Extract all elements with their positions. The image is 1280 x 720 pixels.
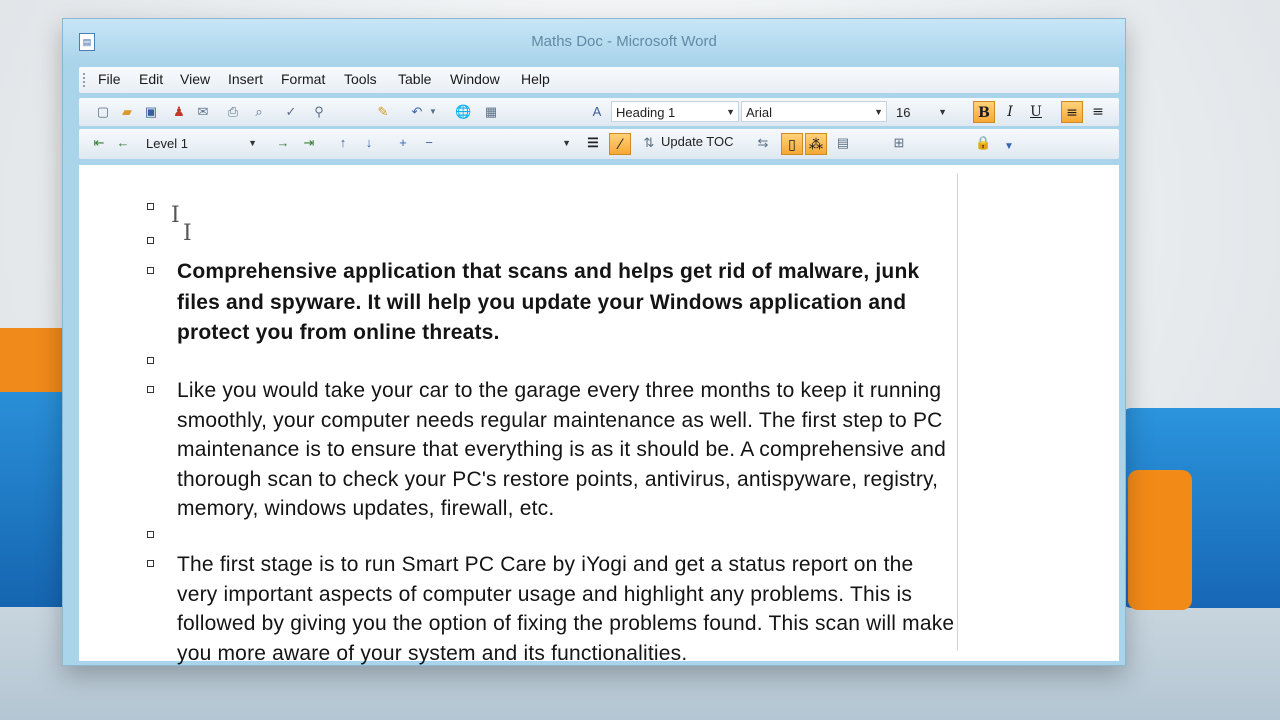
chevron-down-icon: ▼ (938, 107, 947, 117)
print-preview-icon[interactable]: ⌕ (251, 104, 267, 120)
menu-bar: File Edit View Insert Format Tools Table… (79, 67, 1119, 93)
promote-to-heading-icon[interactable]: ⇤ (91, 135, 107, 151)
menu-format[interactable]: Format (281, 71, 325, 87)
format-painter-icon[interactable]: ✎ (375, 104, 391, 120)
toolbar-options-icon[interactable]: ▼ (1001, 139, 1017, 155)
show-first-line-only-icon[interactable]: ☰ (585, 135, 601, 151)
demote-icon[interactable]: → (275, 135, 291, 151)
demote-to-body-icon[interactable]: ⇥ (301, 135, 317, 151)
permission-icon[interactable]: ♟ (171, 104, 187, 120)
outline-bullet[interactable] (147, 267, 154, 274)
outline-bullet[interactable] (147, 357, 154, 364)
merge-subdocument-icon[interactable]: ⊞ (891, 135, 907, 151)
word-window: ▤ Maths Doc - Microsoft Word File Edit V… (62, 18, 1126, 666)
collapse-subdocuments-icon[interactable]: ⁂ (805, 133, 827, 155)
email-icon[interactable]: ✉ (195, 104, 211, 120)
title-bar[interactable]: ▤ Maths Doc - Microsoft Word (63, 19, 1125, 65)
chevron-down-icon: ▼ (248, 138, 257, 148)
outline-bullet[interactable] (147, 203, 154, 210)
underline-button[interactable]: U (1025, 101, 1047, 123)
expand-icon[interactable]: + (395, 135, 411, 151)
undo-icon[interactable]: ↶ (409, 104, 425, 120)
go-to-toc-icon[interactable]: ⇆ (755, 135, 771, 151)
heading-paragraph[interactable]: Comprehensive application that scans and… (177, 257, 957, 349)
standard-toolbar: ▢ ▰ ▣ ♟ ✉ ⎙ ⌕ ✓ ⚲ ✎ ↶ ▼ 🌐 ▦ A Heading 1 … (79, 98, 1119, 126)
save-icon[interactable]: ▣ (143, 104, 159, 120)
outline-bullet[interactable] (147, 237, 154, 244)
ibeam-pointer-icon: I (183, 221, 192, 246)
outline-level-value: Level 1 (146, 136, 188, 151)
create-subdocument-icon[interactable]: ▤ (835, 135, 851, 151)
move-down-icon[interactable]: ↓ (361, 135, 377, 151)
chevron-down-icon: ▼ (874, 107, 883, 117)
move-up-icon[interactable]: ↑ (335, 135, 351, 151)
outline-level-select[interactable]: Level 1 ▼ (141, 132, 261, 153)
window-title: Maths Doc - Microsoft Word (531, 33, 717, 50)
insert-hyperlink-icon[interactable]: 🌐 (455, 104, 471, 120)
text-cursor-icon: I (171, 203, 180, 228)
background-sofa-right-cushion (1128, 470, 1192, 610)
menu-insert[interactable]: Insert (228, 71, 263, 87)
update-toc-icon[interactable]: ⇅ (641, 135, 657, 151)
promote-icon[interactable]: ← (115, 135, 131, 151)
toolbar-grip-icon[interactable] (83, 73, 88, 87)
open-folder-icon[interactable]: ▰ (119, 104, 135, 120)
outline-bullet[interactable] (147, 386, 154, 393)
menu-edit[interactable]: Edit (139, 71, 163, 87)
menu-table[interactable]: Table (398, 71, 431, 87)
outlining-toolbar: ⇤ ← Level 1 ▼ → ⇥ ↑ ↓ + − ▼ ☰ ⁄ ⇅ Update… (79, 129, 1119, 159)
font-select[interactable]: Arial ▼ (741, 101, 887, 122)
style-value: Heading 1 (616, 105, 676, 120)
outline-bullet[interactable] (147, 560, 154, 567)
menu-tools[interactable]: Tools (344, 71, 377, 87)
outline-bullet[interactable] (147, 531, 154, 538)
styles-formatting-icon[interactable]: A (589, 104, 605, 120)
show-level-select[interactable]: ▼ (449, 132, 575, 153)
update-toc-button[interactable]: Update TOC (661, 134, 734, 149)
research-icon[interactable]: ⚲ (311, 104, 327, 120)
body-paragraph[interactable]: Like you would take your car to the gara… (177, 376, 957, 524)
menu-window[interactable]: Window (450, 71, 500, 87)
menu-view[interactable]: View (180, 71, 210, 87)
align-left-icon[interactable]: ≡ (1061, 101, 1083, 123)
bold-button[interactable]: B (973, 101, 995, 123)
print-icon[interactable]: ⎙ (225, 104, 241, 120)
new-document-icon[interactable]: ▢ (95, 104, 111, 120)
italic-button[interactable]: I (999, 101, 1021, 123)
style-select[interactable]: Heading 1 ▼ (611, 101, 739, 122)
tables-borders-icon[interactable]: ▦ (483, 104, 499, 120)
chevron-down-icon: ▼ (562, 138, 571, 148)
menu-help[interactable]: Help (521, 71, 550, 87)
body-paragraph[interactable]: The first stage is to run Smart PC Care … (177, 550, 957, 668)
right-margin-line (957, 173, 958, 651)
master-document-view-icon[interactable]: ▯ (781, 133, 803, 155)
menu-file[interactable]: File (98, 71, 121, 87)
chevron-down-icon: ▼ (726, 107, 735, 117)
spelling-icon[interactable]: ✓ (283, 104, 299, 120)
show-formatting-icon[interactable]: ⁄ (609, 133, 631, 155)
align-center-icon[interactable]: ≡ (1087, 101, 1109, 123)
font-value: Arial (746, 105, 773, 120)
document-area[interactable]: I I Comprehensive application that scans… (79, 165, 1119, 665)
collapse-icon[interactable]: − (421, 135, 437, 151)
undo-dropdown-icon[interactable]: ▼ (425, 104, 441, 120)
lock-document-icon[interactable]: 🔒 (975, 135, 991, 151)
font-size-select[interactable]: 16 ▼ (891, 101, 951, 122)
font-size-value: 16 (896, 105, 911, 120)
